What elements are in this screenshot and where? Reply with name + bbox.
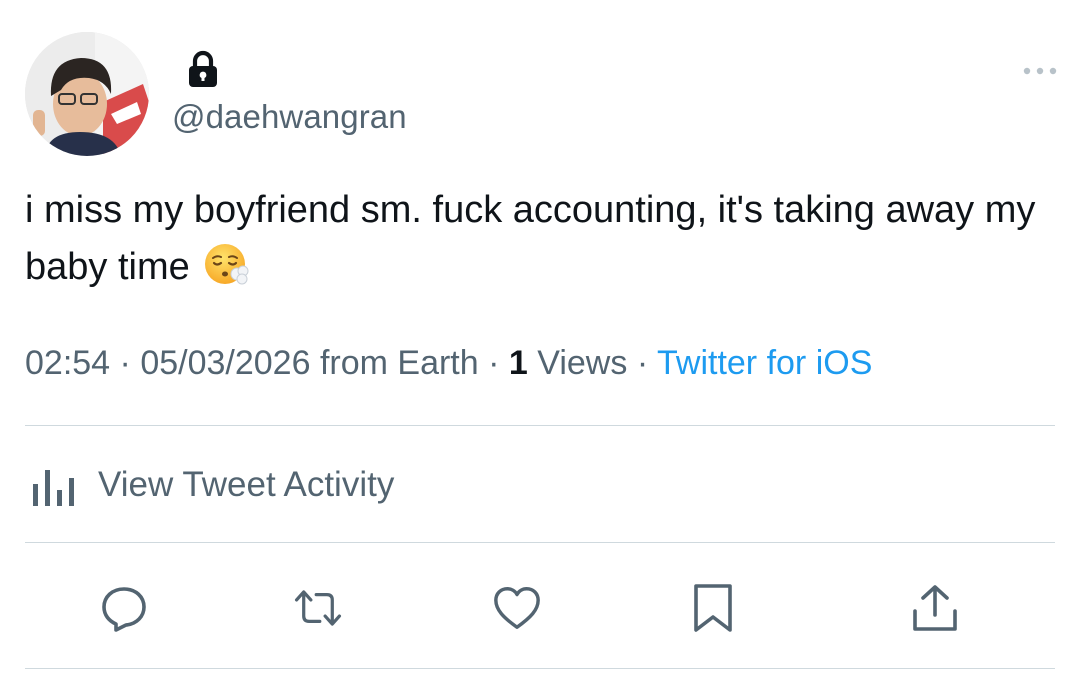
user-handle[interactable]: @daehwangran	[172, 98, 407, 136]
heart-icon	[494, 587, 540, 629]
bookmark-icon	[694, 584, 732, 632]
analytics-icon	[33, 470, 74, 506]
lock-icon	[186, 50, 220, 88]
divider	[25, 668, 1055, 669]
divider	[25, 425, 1055, 426]
share-icon	[913, 585, 957, 631]
tweet-meta: 02:54 · 05/03/2026 from Earth · 1 Views …	[25, 344, 872, 383]
divider	[25, 542, 1055, 543]
tweet-source-link[interactable]: Twitter for iOS	[657, 344, 872, 382]
retweet-button[interactable]	[288, 578, 348, 638]
tweet-date[interactable]: 05/03/2026	[140, 344, 310, 382]
meta-separator: ·	[636, 344, 649, 382]
tweet-body: i miss my boyfriend sm. fuck accounting,…	[25, 189, 1036, 288]
tweet-text: i miss my boyfriend sm. fuck accounting,…	[25, 182, 1045, 296]
retweet-icon	[294, 590, 342, 626]
meta-separator: ·	[488, 344, 500, 382]
tweet-location: from Earth	[319, 344, 479, 382]
views-label: Views	[537, 344, 628, 382]
reply-button[interactable]	[94, 578, 154, 638]
tweet-time[interactable]: 02:54	[25, 344, 110, 382]
share-button[interactable]	[905, 578, 965, 638]
like-button[interactable]	[487, 578, 547, 638]
avatar-image	[25, 32, 149, 156]
meta-separator: ·	[119, 344, 131, 382]
tweet-action-bar	[0, 578, 1080, 638]
view-tweet-activity-button[interactable]: View Tweet Activity	[30, 460, 394, 510]
more-options-icon[interactable]	[1022, 64, 1058, 76]
view-tweet-activity-label: View Tweet Activity	[98, 465, 395, 504]
views-count: 1	[508, 344, 528, 382]
reply-icon	[102, 587, 146, 632]
bookmark-button[interactable]	[683, 578, 743, 638]
face-exhaling-emoji	[204, 241, 250, 287]
avatar[interactable]	[25, 32, 149, 156]
